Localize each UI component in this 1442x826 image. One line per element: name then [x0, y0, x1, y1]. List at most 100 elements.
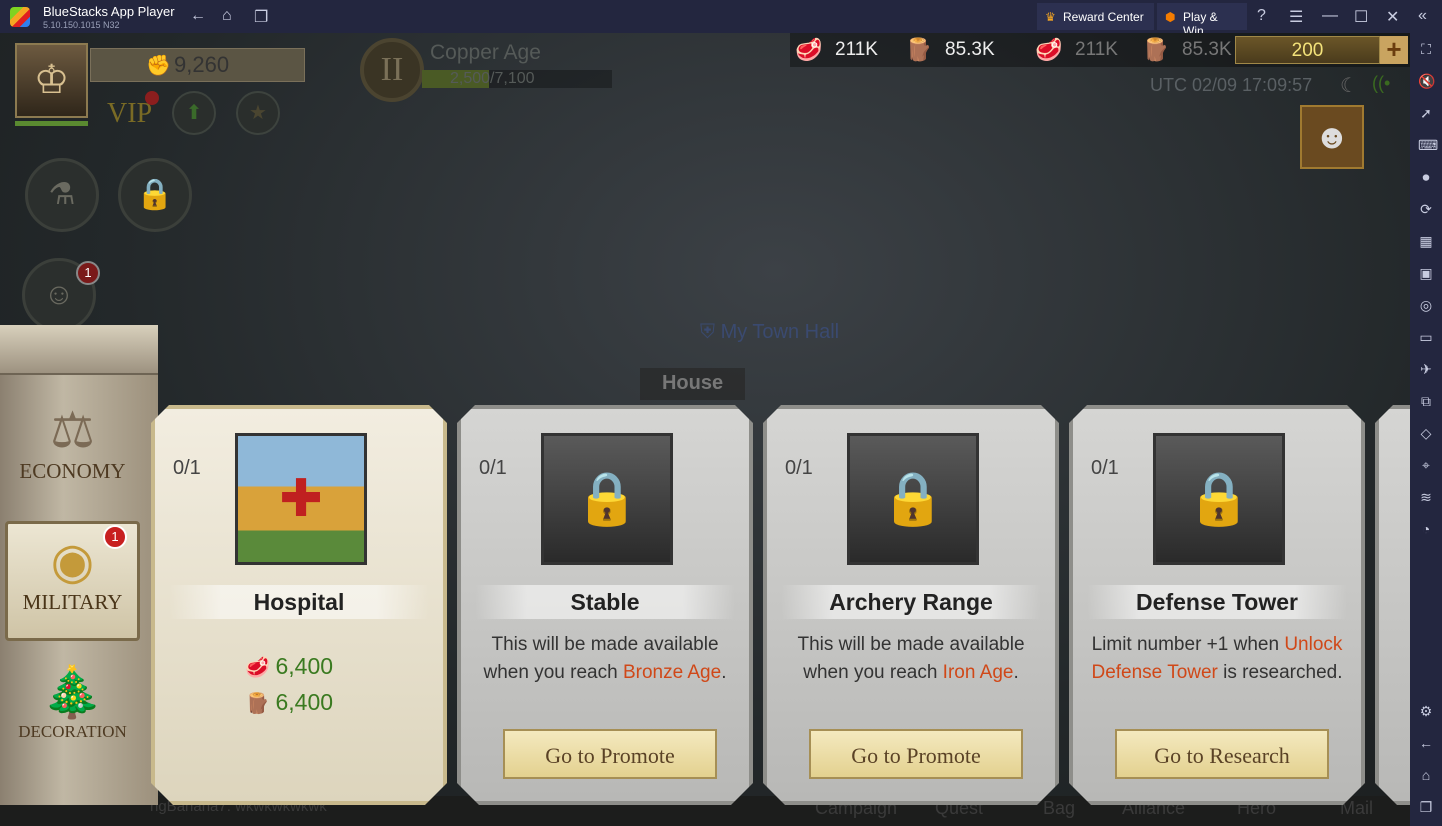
- building-card-archery-range[interactable]: 0/1 🔒 Archery Range This will be made av…: [763, 405, 1059, 805]
- layers-icon[interactable]: ≋: [1418, 489, 1434, 506]
- build-count: 0/1: [785, 457, 813, 479]
- hero-event-icon[interactable]: ☻: [1300, 105, 1364, 169]
- red-cross-icon: ✚: [279, 470, 323, 528]
- category-label: MILITARY: [22, 590, 123, 614]
- town-hall-label[interactable]: ⛨ My Town Hall: [700, 321, 839, 344]
- game-view[interactable]: ♔ ✊ 9,260 VIP ⬆ ★ ⚗ 🔒 ☺ 1 II Copper Age 2…: [0, 33, 1410, 826]
- lock-icon: 🔒: [1153, 433, 1285, 565]
- server-time: UTC 02/09 17:09:57: [1150, 75, 1313, 95]
- build-count: 0/1: [173, 457, 201, 479]
- age-progress-text: 2,500/7,100: [450, 70, 535, 87]
- play-win-button[interactable]: ⬢ Play & Win: [1157, 3, 1247, 38]
- home-icon[interactable]: ⌂: [1418, 767, 1434, 783]
- avatar-bar: [15, 121, 88, 126]
- category-decoration[interactable]: 🎄 DECORATION: [5, 655, 140, 775]
- research-search-icon[interactable]: ⚗: [25, 158, 99, 232]
- location-icon[interactable]: ⌖: [1418, 457, 1434, 474]
- meat-resource-ghost: 🥩 211K: [1035, 37, 1118, 63]
- upgrade-arrow-icon[interactable]: ⬆: [172, 91, 216, 135]
- vip-button[interactable]: VIP: [107, 98, 152, 130]
- desc-text: Limit number +1 when: [1091, 634, 1285, 655]
- building-name: Archery Range: [781, 585, 1041, 619]
- desc-text: is researched.: [1217, 662, 1343, 683]
- go-to-promote-button[interactable]: Go to Promote: [503, 729, 717, 779]
- lock-icon: 🔒: [847, 433, 979, 565]
- app-version: 5.10.150.1015 N32: [43, 20, 120, 30]
- desc-text: .: [721, 662, 727, 683]
- volume-mute-icon[interactable]: 🔇: [1418, 73, 1435, 90]
- cost-list: 🥩 6,400 🪵 6,400: [245, 649, 333, 721]
- record-icon[interactable]: ⏺: [1418, 169, 1434, 186]
- meat-resource[interactable]: 🥩 211K: [795, 37, 878, 63]
- desc-highlight: Iron Age: [942, 662, 1014, 683]
- help-icon[interactable]: ?: [1257, 7, 1266, 25]
- multi-window-icon[interactable]: ⧉: [1418, 393, 1434, 410]
- apk-icon[interactable]: ▣: [1418, 265, 1434, 282]
- settings-icon[interactable]: ⚙: [1418, 703, 1434, 720]
- hospital-image: ✚: [235, 433, 367, 565]
- reward-center-button[interactable]: ♛ Reward Center: [1037, 3, 1154, 30]
- home-icon[interactable]: ⌂: [222, 7, 232, 25]
- age-medal[interactable]: II: [360, 38, 424, 102]
- category-economy[interactable]: ⚖ ECONOMY: [5, 393, 140, 513]
- military-badge: 1: [103, 525, 127, 549]
- recent-apps-icon[interactable]: ❐: [1418, 799, 1434, 816]
- star-icon[interactable]: ★: [236, 91, 280, 135]
- menu-icon[interactable]: ☰: [1289, 7, 1303, 27]
- eraser-icon[interactable]: ◇: [1418, 425, 1434, 442]
- lock-icon: 🔒: [541, 433, 673, 565]
- screenshot-icon[interactable]: ◎: [1418, 297, 1434, 314]
- back-icon[interactable]: ←: [1418, 735, 1434, 751]
- macro-icon[interactable]: ▦: [1418, 233, 1434, 250]
- folder-icon[interactable]: ▭: [1418, 329, 1434, 346]
- maximize-icon[interactable]: ☐: [1354, 7, 1368, 27]
- minimize-icon[interactable]: —: [1322, 7, 1338, 25]
- wood-icon: 🪵: [245, 693, 276, 715]
- nav-bag[interactable]: Bag: [1043, 798, 1075, 819]
- building-card-hospital[interactable]: 0/1 ✚ Hospital 🥩 6,400 🪵 6,400: [151, 405, 447, 805]
- app-title: BlueStacks App Player: [43, 4, 175, 19]
- rotate-icon[interactable]: ⟳: [1418, 201, 1434, 218]
- house-label: House: [640, 368, 745, 400]
- bluestacks-sidebar: ⛶ 🔇 ➚ ⌨ ⏺ ⟳ ▦ ▣ ◎ ▭ ✈ ⧉ ◇ ⌖ ≋ ◔ ⚙ ← ⌂ ❐: [1410, 33, 1442, 826]
- town-hall-text: My Town Hall: [720, 321, 840, 343]
- airplane-icon[interactable]: ✈: [1418, 361, 1434, 378]
- moon-icon: ☾: [1340, 75, 1358, 97]
- gold-value: 200: [1291, 40, 1324, 61]
- gold-display: 200: [1235, 36, 1380, 64]
- building-card-partial[interactable]: [1375, 405, 1410, 805]
- meat-icon: 🥩: [245, 657, 276, 679]
- build-count: 0/1: [1091, 457, 1119, 479]
- build-count: 0/1: [479, 457, 507, 479]
- building-name: Defense Tower: [1087, 585, 1347, 619]
- wood-resource-ghost: 🪵 85.3K: [1142, 37, 1232, 63]
- keyboard-icon[interactable]: ⌨: [1418, 137, 1438, 154]
- crown-icon: ♛: [1045, 10, 1056, 24]
- go-to-promote-button[interactable]: Go to Promote: [809, 729, 1023, 779]
- fullscreen-icon[interactable]: ⛶: [1418, 41, 1434, 58]
- tree-gift-icon: 🎄: [41, 664, 104, 720]
- meat-value: 211K: [835, 39, 878, 60]
- power-value: 9,260: [174, 52, 230, 77]
- meat-value: 211K: [1075, 39, 1118, 60]
- pointer-icon[interactable]: ➚: [1418, 105, 1434, 122]
- building-card-defense-tower[interactable]: 0/1 🔒 Defense Tower Limit number +1 when…: [1069, 405, 1365, 805]
- multi-instance-icon[interactable]: ❐: [254, 7, 268, 27]
- speed-icon[interactable]: ◔: [1418, 521, 1434, 537]
- building-card-stable[interactable]: 0/1 🔒 Stable This will be made available…: [457, 405, 753, 805]
- reward-center-label: Reward Center: [1063, 10, 1144, 24]
- close-icon[interactable]: ✕: [1386, 7, 1399, 27]
- add-gold-button[interactable]: +: [1380, 36, 1408, 64]
- building-requirement: This will be made available when you rea…: [471, 631, 739, 687]
- meat-cost: 6,400: [275, 653, 334, 679]
- wifi-icon: ((•: [1372, 73, 1391, 93]
- wood-resource[interactable]: 🪵 85.3K: [905, 37, 995, 63]
- title-bar: BlueStacks App Player 5.10.150.1015 N32 …: [0, 0, 1442, 38]
- player-avatar[interactable]: ♔: [15, 43, 88, 118]
- go-to-research-button[interactable]: Go to Research: [1115, 729, 1329, 779]
- back-icon[interactable]: ←: [190, 7, 206, 25]
- research-locked-icon[interactable]: 🔒: [118, 158, 192, 232]
- panel-cap: [0, 325, 158, 375]
- collapse-sidebar-icon[interactable]: «: [1418, 7, 1427, 25]
- desc-text: .: [1013, 662, 1019, 683]
